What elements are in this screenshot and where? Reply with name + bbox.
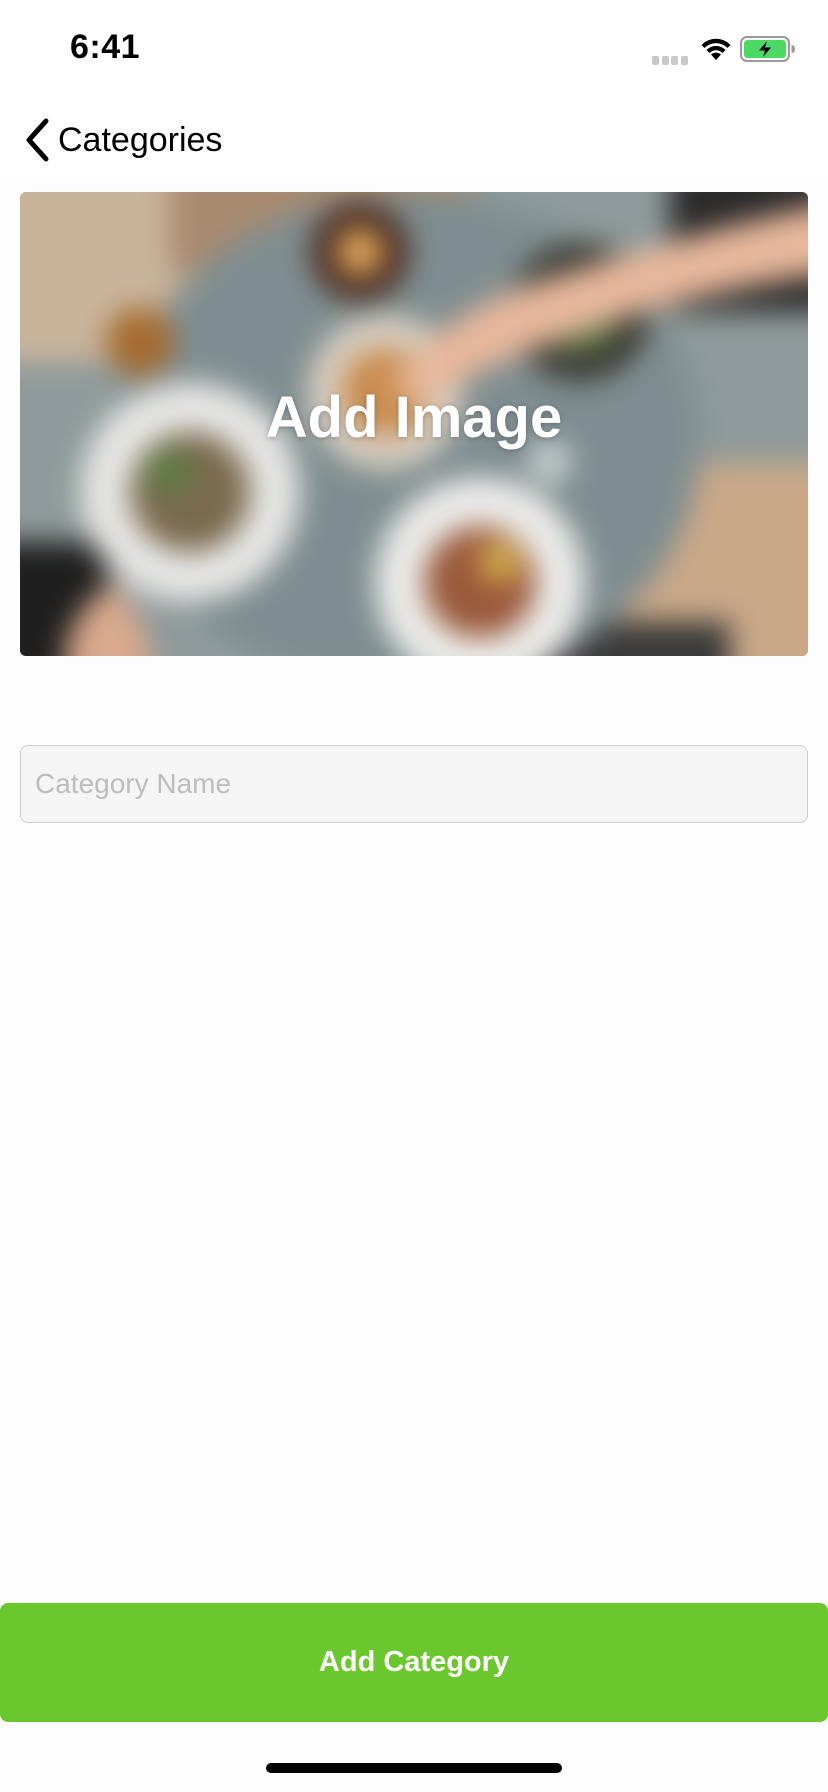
- category-name-input[interactable]: [20, 745, 808, 823]
- back-button[interactable]: Categories: [22, 110, 222, 170]
- back-label: Categories: [58, 120, 223, 159]
- status-time: 6:41: [70, 28, 141, 66]
- wifi-icon: [701, 38, 731, 60]
- battery-charging-icon: [740, 36, 795, 62]
- status-bar: 6:41: [0, 0, 828, 100]
- home-indicator: [266, 1763, 562, 1773]
- signal-icon: [652, 52, 690, 65]
- chevron-left-icon: [26, 118, 49, 162]
- navigation-bar: Categories: [0, 100, 828, 182]
- add-category-screen: 6:41 Categories Add Image Category Name …: [0, 0, 828, 1792]
- add-category-button[interactable]: Add Category: [0, 1603, 828, 1722]
- add-image-picker[interactable]: Add Image: [20, 192, 808, 656]
- add-image-label: Add Image: [265, 385, 563, 450]
